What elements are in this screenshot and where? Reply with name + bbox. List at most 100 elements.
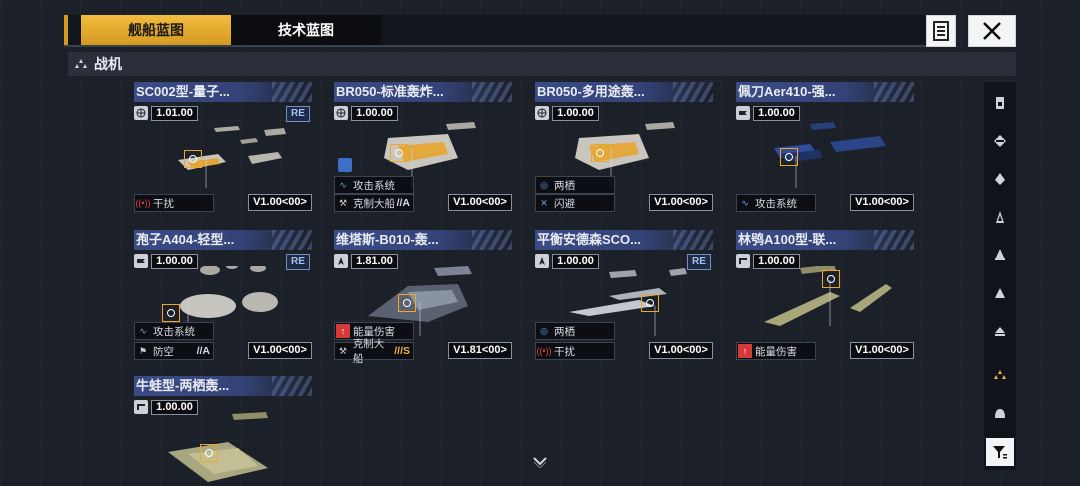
- section-header: 战机: [68, 52, 1016, 76]
- section-title: 战机: [94, 56, 122, 72]
- notes-button[interactable]: [926, 15, 956, 47]
- all-class-icon[interactable]: [984, 394, 1016, 432]
- blueprint-card[interactable]: 林鸮A100型-联... 1.00.00 ↑ 能量伤害 V1.00<00>: [736, 230, 914, 362]
- version-label: V1.00<00>: [448, 194, 512, 211]
- faction-icon: [334, 254, 348, 268]
- destroyer-class-icon[interactable]: [984, 198, 1016, 236]
- fighter-class-icon: [75, 59, 87, 68]
- card-title: 佩刀Aer410-强...: [736, 82, 914, 102]
- ship-image: [774, 122, 886, 188]
- card-title: 平衡安德森SCO...: [535, 230, 713, 250]
- close-icon: [983, 22, 1001, 40]
- trait-label: 克制大船: [353, 197, 395, 210]
- fighter-class-icon[interactable]: [984, 356, 1016, 394]
- trait-label: 克制大船: [352, 338, 385, 365]
- trait-tag: ✕ 闪避: [535, 194, 615, 212]
- close-button[interactable]: [968, 15, 1016, 47]
- energy-damage-icon: ↑: [336, 324, 350, 338]
- trait-tag: ((•)) 干扰: [134, 194, 214, 212]
- blueprint-card[interactable]: 佩刀Aer410-强... 1.00.00 ∿ 攻击系统 V1.00<00>: [736, 82, 914, 214]
- trait-grade: //A: [396, 197, 410, 209]
- trait-label: 防空: [153, 345, 174, 358]
- faction-icon: [736, 254, 750, 268]
- target-reticle: [822, 270, 840, 288]
- blueprint-card[interactable]: 维塔斯-B010-轰... 1.81.00 ↑ 能量伤害 ⚒ 克制大船 ///S…: [334, 230, 512, 365]
- attack-system-icon: ∿: [139, 325, 147, 336]
- version-label: V1.00<00>: [850, 194, 914, 211]
- trait-label: 闪避: [554, 197, 575, 210]
- cruiser-class-icon[interactable]: [984, 160, 1016, 198]
- trait-tag: ◎ 两栖: [535, 322, 615, 340]
- corvette-class-icon[interactable]: [984, 274, 1016, 312]
- trait-label: 攻击系统: [153, 325, 195, 338]
- amphibious-icon: ◎: [540, 179, 548, 190]
- target-reticle: [641, 294, 659, 312]
- energy-damage-icon: ↑: [738, 344, 752, 358]
- notes-icon: [933, 21, 949, 41]
- blueprint-card[interactable]: 牛蛙型-两栖轰... 1.00.00: [134, 376, 312, 486]
- anti-capital-icon: ⚒: [338, 345, 347, 356]
- filter-icon: [993, 446, 1007, 459]
- version-label: V1.81<00>: [448, 342, 512, 359]
- target-reticle: [398, 294, 416, 312]
- attack-system-icon: ∿: [339, 179, 347, 190]
- blueprint-card[interactable]: SC002型-量子... 1.01.00 RE ((•)) 干扰 V1.00<0…: [134, 82, 312, 214]
- blueprint-card[interactable]: 孢子A404-轻型... 1.00.00 RE ∿ 攻击系统 ⚑ 防空 //A …: [134, 230, 312, 362]
- globe-icon: [535, 106, 549, 120]
- trait-grade: //A: [196, 345, 210, 357]
- trait-label: 攻击系统: [755, 197, 797, 210]
- version-label: V1.00<00>: [850, 342, 914, 359]
- trait-label: 干扰: [554, 345, 575, 358]
- filter-button[interactable]: [986, 438, 1014, 466]
- trait-tag: ∿ 攻击系统: [736, 194, 816, 212]
- card-title: 孢子A404-轻型...: [134, 230, 312, 250]
- trait-tag: ⚒ 克制大船 //A: [334, 194, 414, 212]
- version-label: V1.00<00>: [248, 194, 312, 211]
- trait-label: 两栖: [554, 325, 575, 338]
- ship-image: [168, 412, 268, 482]
- card-title: 牛蛙型-两栖轰...: [134, 376, 312, 396]
- frigate-class-icon[interactable]: [984, 236, 1016, 274]
- ship-image: [178, 126, 286, 188]
- card-title: SC002型-量子...: [134, 82, 312, 102]
- support-class-icon[interactable]: [984, 312, 1016, 350]
- target-reticle: [162, 304, 180, 322]
- card-title: BR050-标准轰炸...: [334, 82, 512, 102]
- info-badge-icon: [338, 158, 352, 172]
- trait-label: 攻击系统: [353, 179, 395, 192]
- tab-accent-mark: [64, 15, 68, 45]
- trait-label: 干扰: [153, 197, 174, 210]
- blueprint-card[interactable]: BR050-多用途轰... 1.00.00 ◎ 两栖 ✕ 闪避 V1.00<00…: [535, 82, 713, 214]
- evade-icon: ✕: [540, 197, 548, 208]
- trait-grade: ///S: [394, 345, 410, 357]
- trait-tag: ∿ 攻击系统: [334, 176, 414, 194]
- blueprint-card[interactable]: 平衡安德森SCO... 1.00.00 RE ◎ 两栖 ((•)) 干扰 V1.…: [535, 230, 713, 362]
- carrier-class-icon[interactable]: [984, 84, 1016, 122]
- trait-tag: ∿ 攻击系统: [134, 322, 214, 340]
- version-label: V1.00<00>: [649, 342, 713, 359]
- card-title: 维塔斯-B010-轰...: [334, 230, 512, 250]
- target-reticle: [200, 444, 218, 462]
- interference-icon: ((•)): [536, 346, 552, 356]
- attack-system-icon: ∿: [741, 197, 749, 208]
- tab-tech-blueprints[interactable]: 技术蓝图: [231, 15, 381, 45]
- faction-icon: [535, 254, 549, 268]
- battlecruiser-class-icon[interactable]: [984, 122, 1016, 160]
- globe-icon: [334, 106, 348, 120]
- faction-icon: [736, 106, 750, 120]
- amphibious-icon: ◎: [540, 325, 548, 336]
- anti-capital-icon: ⚒: [338, 197, 348, 208]
- trait-tag: ⚑ 防空 //A: [134, 342, 214, 360]
- version-label: V1.00<00>: [248, 342, 312, 359]
- faction-icon: [134, 254, 148, 268]
- trait-tag: ↑ 能量伤害: [736, 342, 816, 360]
- trait-tag: ⚒ 克制大船 ///S: [334, 338, 414, 365]
- trait-tag: ((•)) 干扰: [535, 342, 615, 360]
- chevron-down-icon[interactable]: [532, 456, 548, 468]
- anti-air-icon: ⚑: [138, 345, 148, 356]
- globe-icon: [134, 106, 148, 120]
- tab-ship-blueprints[interactable]: 舰船蓝图: [81, 15, 231, 45]
- version-label: V1.00<00>: [649, 194, 713, 211]
- blueprint-card[interactable]: BR050-标准轰炸... 1.00.00 ∿ 攻击系统 ⚒ 克制大船 //A …: [334, 82, 512, 214]
- card-title: 林鸮A100型-联...: [736, 230, 914, 250]
